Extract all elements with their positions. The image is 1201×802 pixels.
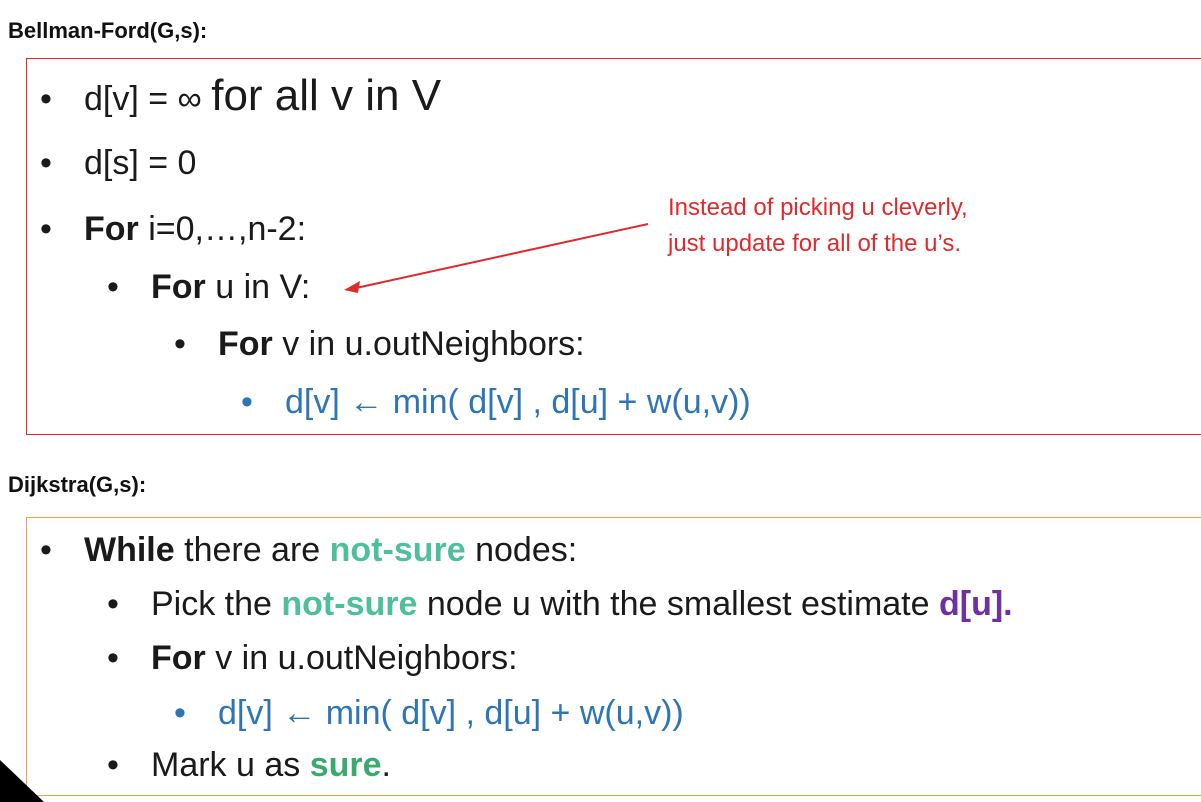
dj-line-mark-sure: • Mark u as sure. <box>107 745 391 785</box>
bullet: • <box>107 585 119 623</box>
annotation-line-2: just update for all of the u’s. <box>668 230 962 257</box>
dj-line-while-prefix: there are <box>174 531 330 569</box>
annotation-line-1: Instead of picking u cleverly, <box>668 194 968 221</box>
bullet: • <box>40 80 52 118</box>
keyword-while: While <box>84 531 175 569</box>
annotation-note: Instead of picking u cleverly, just upda… <box>668 190 968 262</box>
bf-line-init-source: • d[s] = 0 <box>40 143 196 183</box>
bf-line-outer-loop-text: i=0,…,n-2: <box>138 210 307 248</box>
not-sure-highlight: not-sure <box>329 531 466 569</box>
bf-line-init-all: • d[v] = ∞ for all v in V <box>40 74 441 119</box>
dj-line-mark-prefix: Mark u as <box>151 746 310 784</box>
not-sure-highlight: not-sure <box>281 585 418 623</box>
bullet: • <box>40 144 52 182</box>
bullet: • <box>174 694 186 732</box>
keyword-for: For <box>84 210 139 248</box>
bullet: • <box>107 268 119 306</box>
keyword-for: For <box>151 639 206 677</box>
bellman-ford-heading: Bellman-Ford(G,s): <box>8 18 208 43</box>
dj-line-neighbor-loop: • For v in u.outNeighbors: <box>107 638 518 678</box>
bullet: • <box>107 639 119 677</box>
keyword-for: For <box>218 325 273 363</box>
bf-line-vertex-loop: • For u in V: <box>107 267 310 307</box>
bf-line-init-all-suffix: for all v in V <box>211 71 442 120</box>
bf-line-outer-loop: • For i=0,…,n-2: <box>40 209 306 249</box>
bullet: • <box>107 746 119 784</box>
corner-triangle-decoration <box>0 760 44 802</box>
bullet: • <box>241 383 253 421</box>
dj-line-mark-suffix: . <box>381 746 391 784</box>
dj-line-pick-middle: node u with the smallest estimate <box>417 585 939 623</box>
bullet: • <box>40 210 52 248</box>
dj-line-pick-node: • Pick the not-sure node u with the small… <box>107 584 1013 624</box>
bf-line-neighbor-loop: • For v in u.outNeighbors: <box>174 324 585 364</box>
estimate-highlight: d[u]. <box>938 585 1013 623</box>
bf-line-init-all-prefix: d[v] = ∞ <box>84 80 212 118</box>
dj-line-update-rule-text: d[v] ← min( d[v] , d[u] + w(u,v)) <box>218 694 684 732</box>
keyword-for: For <box>151 268 206 306</box>
dijkstra-heading: Dijkstra(G,s): <box>8 472 147 497</box>
bullet: • <box>174 325 186 363</box>
dj-line-pick-prefix: Pick the <box>151 585 282 623</box>
dj-line-update-rule: • d[v] ← min( d[v] , d[u] + w(u,v)) <box>174 693 684 733</box>
dj-line-neighbor-loop-text: v in u.outNeighbors: <box>205 639 518 677</box>
dj-line-while-loop: • While there are not-sure nodes: <box>40 530 577 570</box>
bf-line-update-rule-text: d[v] ← min( d[v] , d[u] + w(u,v)) <box>285 383 751 421</box>
bf-line-neighbor-loop-text: v in u.outNeighbors: <box>272 325 585 363</box>
bf-line-init-source-text: d[s] = 0 <box>84 144 197 182</box>
bf-line-vertex-loop-text: u in V: <box>205 268 311 306</box>
sure-highlight: sure <box>309 746 382 784</box>
bullet: • <box>40 531 52 569</box>
bf-line-update-rule: • d[v] ← min( d[v] , d[u] + w(u,v)) <box>241 382 751 422</box>
dj-line-while-suffix: nodes: <box>465 531 578 569</box>
